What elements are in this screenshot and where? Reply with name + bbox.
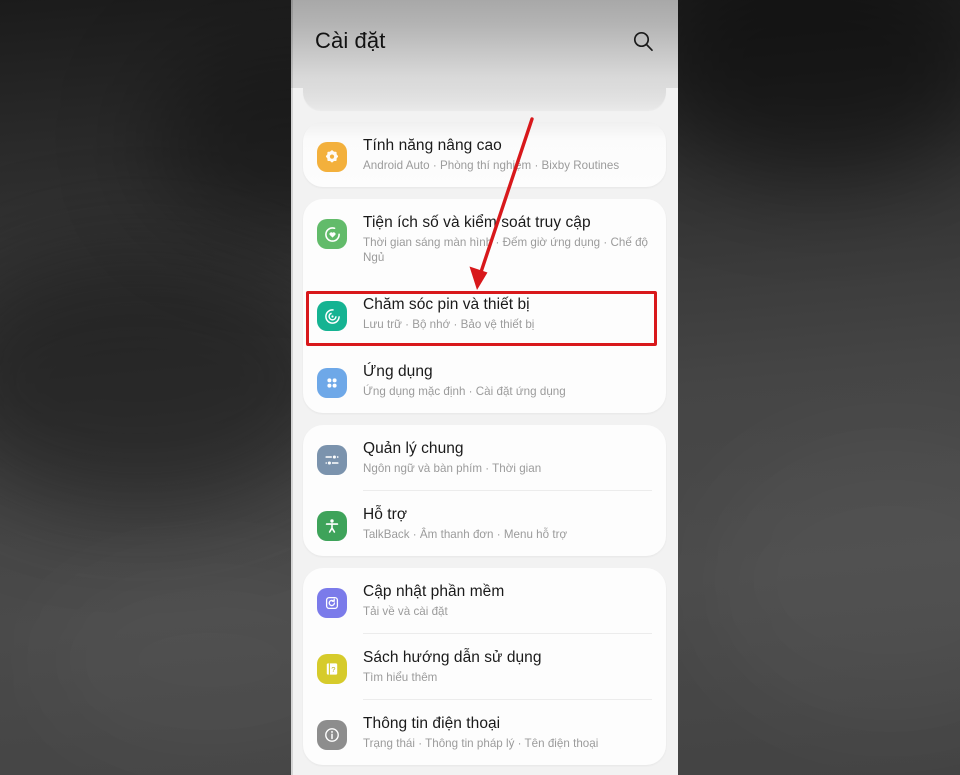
settings-group-wellbeing-apps: Tiện ích số và kiểm soát truy cập Thời g…: [303, 199, 666, 413]
list-item-title: Sách hướng dẫn sử dụng: [363, 649, 542, 666]
phone-info-icon: [317, 720, 347, 750]
list-item[interactable]: Tiện ích số và kiểm soát truy cập Thời g…: [303, 199, 666, 279]
screenshot-root: Cài đặt Tính năng nâng cao Android Auto …: [0, 0, 960, 775]
list-item[interactable]: Ứng dụng Ứng dụng mặc định · Cài đặt ứng…: [303, 348, 666, 413]
partial-card-above: [303, 88, 666, 110]
list-item-title: Hỗ trợ: [363, 506, 408, 523]
user-manual-book-icon: ?: [317, 654, 347, 684]
list-item-subtitle: TalkBack · Âm thanh đơn · Menu hỗ trợ: [363, 528, 568, 541]
list-item-device-care[interactable]: Chăm sóc pin và thiết bị Lưu trữ · Bộ nh…: [303, 279, 666, 348]
device-care-icon: [317, 301, 347, 331]
list-item[interactable]: Hỗ trợ TalkBack · Âm thanh đơn · Menu hỗ…: [303, 491, 666, 556]
background-blur-blob: [700, 430, 960, 730]
list-item-subtitle: Ứng dụng mặc định · Cài đặt ứng dụng: [363, 385, 566, 398]
list-item-subtitle: Android Auto · Phòng thí nghiệm · Bixby …: [363, 159, 620, 172]
general-management-sliders-icon: [317, 445, 347, 475]
software-update-refresh-icon: [317, 588, 347, 618]
settings-header: Cài đặt: [291, 0, 678, 88]
list-item-subtitle: Ngôn ngữ và bàn phím · Thời gian: [363, 462, 542, 475]
list-item[interactable]: Cập nhật phần mềm Tải về và cài đặt: [303, 568, 666, 633]
list-item-subtitle: Thời gian sáng màn hình · Đếm giờ ứng dụ…: [363, 236, 648, 264]
list-item-subtitle: Trạng thái · Thông tin pháp lý · Tên điệ…: [363, 737, 599, 750]
advanced-features-icon: [317, 142, 347, 172]
list-item[interactable]: ? Sách hướng dẫn sử dụng Tìm hiểu thêm: [303, 634, 666, 699]
list-item-title: Cập nhật phần mềm: [363, 583, 505, 600]
list-item-subtitle: Tìm hiểu thêm: [363, 671, 438, 684]
list-item-subtitle: Tải về và cài đặt: [363, 605, 448, 618]
search-icon[interactable]: [632, 30, 654, 52]
list-item[interactable]: Tính năng nâng cao Android Auto · Phòng …: [303, 122, 666, 187]
settings-group-system: Cập nhật phần mềm Tải về và cài đặt ? Sá…: [303, 568, 666, 765]
list-item-subtitle: Lưu trữ · Bộ nhớ · Bảo vệ thiết bị: [363, 318, 535, 331]
svg-text:?: ?: [331, 665, 335, 674]
list-item-title: Chăm sóc pin và thiết bị: [363, 296, 530, 313]
settings-list: Tính năng nâng cao Android Auto · Phòng …: [291, 110, 678, 775]
apps-grid-icon: [317, 368, 347, 398]
list-item-title: Thông tin điện thoại: [363, 715, 501, 732]
list-item[interactable]: Thông tin điện thoại Trạng thái · Thông …: [303, 700, 666, 765]
phone-screen-panel: Cài đặt Tính năng nâng cao Android Auto …: [291, 0, 678, 775]
list-item-title: Quản lý chung: [363, 440, 464, 457]
background-blur-blob: [640, 0, 960, 180]
settings-group-advanced: Tính năng nâng cao Android Auto · Phòng …: [303, 122, 666, 187]
page-title: Cài đặt: [315, 28, 386, 53]
list-item-title: Tiện ích số và kiểm soát truy cập: [363, 214, 591, 231]
digital-wellbeing-icon: [317, 219, 347, 249]
settings-group-management: Quản lý chung Ngôn ngữ và bàn phím · Thờ…: [303, 425, 666, 556]
list-item[interactable]: Quản lý chung Ngôn ngữ và bàn phím · Thờ…: [303, 425, 666, 490]
accessibility-person-icon: [317, 511, 347, 541]
list-item-title: Tính năng nâng cao: [363, 137, 502, 154]
list-item-title: Ứng dụng: [363, 363, 433, 380]
